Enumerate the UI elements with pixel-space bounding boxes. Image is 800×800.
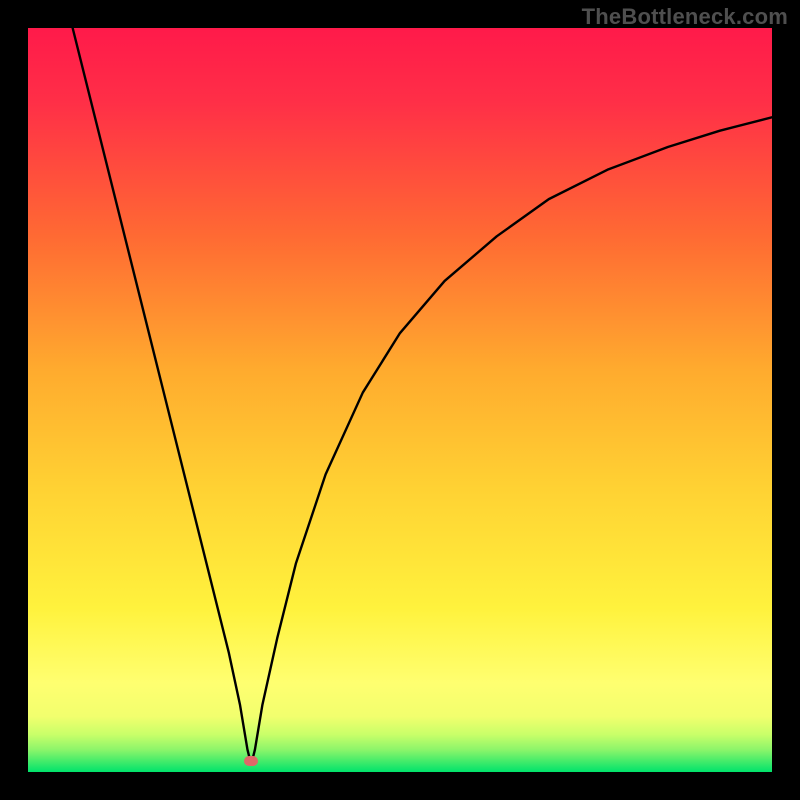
- chart-svg: [28, 28, 772, 772]
- chart-container: TheBottleneck.com: [0, 0, 800, 800]
- watermark-text: TheBottleneck.com: [582, 4, 788, 30]
- plot-area: [28, 28, 772, 772]
- minimum-marker: [244, 756, 258, 766]
- gradient-background: [28, 28, 772, 772]
